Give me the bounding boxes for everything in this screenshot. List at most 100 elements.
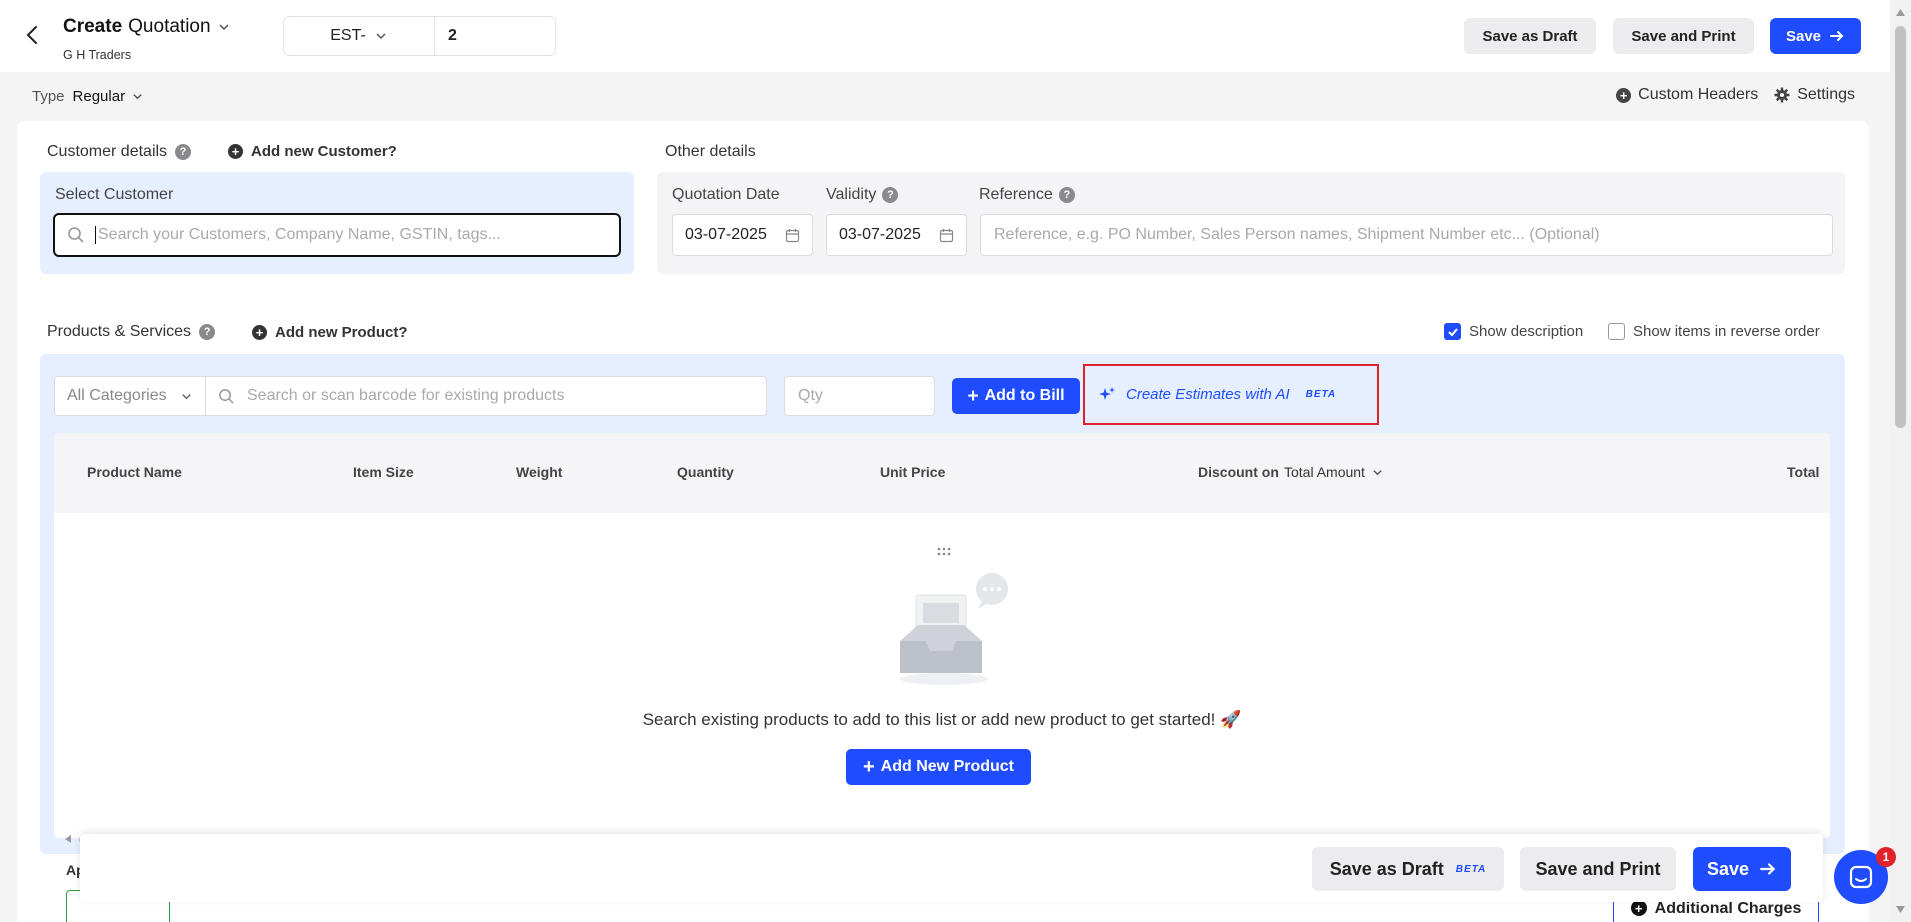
category-select[interactable]: All Categories <box>54 376 206 416</box>
page-title[interactable]: Create Quotation <box>63 16 231 38</box>
reverse-order-checkbox[interactable] <box>1608 323 1625 340</box>
qty-input[interactable]: Qty <box>784 376 935 416</box>
settings-label: Settings <box>1797 86 1855 103</box>
bottom-save-draft-label: Save as Draft <box>1329 858 1444 879</box>
create-estimates-ai-button[interactable]: Create Estimates with AI BETA <box>1083 364 1379 425</box>
column-weight: Weight <box>516 464 563 480</box>
quotation-date-label: Quotation Date <box>672 186 780 204</box>
chevron-down-icon <box>1373 469 1382 475</box>
quotation-number-input[interactable]: 2 <box>435 16 556 56</box>
select-customer-label: Select Customer <box>55 186 174 203</box>
save-draft-button[interactable]: Save as Draft <box>1464 18 1596 54</box>
validity-label-text: Validity <box>826 186 877 203</box>
search-icon <box>68 227 84 243</box>
customer-select-panel: Select Customer Search your Customers, C… <box>40 172 634 274</box>
validity-label: Validity ? <box>826 186 899 204</box>
title-action: Create <box>63 16 123 37</box>
validity-date-value: 03-07-2025 <box>839 226 921 243</box>
plus-icon: + <box>967 385 979 407</box>
show-description-label: Show description <box>1469 323 1584 340</box>
plus-circle-icon: + <box>1616 87 1632 103</box>
add-new-customer-label: Add new Customer? <box>251 143 397 160</box>
add-new-product-link[interactable]: + Add new Product? <box>252 324 408 341</box>
reference-label: Reference ? <box>979 186 1075 204</box>
add-new-product-label: Add new Product? <box>275 324 408 341</box>
additional-charges-label: Additional Charges <box>1654 900 1802 917</box>
other-details-panel: Quotation Date 03-07-2025 Validity ? 03-… <box>657 172 1845 274</box>
scroll-left-arrow-icon[interactable] <box>63 834 73 844</box>
bottom-save-button[interactable]: Save <box>1693 847 1791 891</box>
scroll-up-arrow-icon[interactable] <box>1895 8 1906 17</box>
chevron-down-icon <box>217 20 231 34</box>
chevron-down-icon <box>182 393 191 399</box>
customer-details-title: Customer details <box>47 143 168 160</box>
other-details-title: Other details <box>665 143 756 160</box>
show-description-toggle[interactable]: Show description <box>1444 323 1583 340</box>
products-services-title: Products & Services <box>47 323 192 340</box>
arrow-right-icon <box>1829 28 1845 44</box>
column-total: Total <box>1787 464 1820 480</box>
drag-handle-icon[interactable] <box>936 547 952 557</box>
quotation-date-value: 03-07-2025 <box>685 226 767 243</box>
bottom-save-print-button[interactable]: Save and Print <box>1520 847 1676 891</box>
empty-inbox-illustration <box>900 573 1008 685</box>
chat-notification-badge: 1 <box>1876 847 1896 867</box>
type-value: Regular <box>72 88 126 105</box>
calendar-icon <box>939 228 954 242</box>
chevron-down-icon <box>133 94 142 100</box>
products-services-heading: Products & Services ? <box>47 323 216 341</box>
help-icon[interactable]: ? <box>175 144 192 160</box>
column-quantity: Quantity <box>677 464 734 480</box>
vertical-scrollbar[interactable] <box>1890 0 1911 922</box>
check-icon <box>1447 327 1458 336</box>
settings-link[interactable]: Settings <box>1774 86 1855 104</box>
help-icon[interactable]: ? <box>1058 187 1075 203</box>
save-button[interactable]: Save <box>1770 18 1861 54</box>
help-icon[interactable]: ? <box>199 324 216 340</box>
add-to-bill-label: Add to Bill <box>984 387 1065 404</box>
title-document-type: Quotation <box>128 16 211 37</box>
gear-icon <box>1774 87 1790 103</box>
type-dropdown[interactable]: Regular <box>73 88 145 105</box>
empty-state-message: Search existing products to add to this … <box>642 710 1242 729</box>
reverse-order-label: Show items in reverse order <box>1633 323 1820 340</box>
bottom-save-label: Save <box>1706 858 1750 879</box>
column-unit-price: Unit Price <box>880 464 946 480</box>
reference-label-text: Reference <box>979 186 1053 203</box>
quotation-date-input[interactable]: 03-07-2025 <box>672 214 813 256</box>
back-arrow-icon[interactable] <box>22 24 44 46</box>
column-discount-on: Discount on <box>1198 464 1279 480</box>
plus-circle-icon: + <box>228 144 243 159</box>
save-print-button[interactable]: Save and Print <box>1613 18 1754 54</box>
customer-search-placeholder: Search your Customers, Company Name, GST… <box>95 226 501 244</box>
prefix-value: EST- <box>330 27 366 44</box>
chevron-down-icon <box>374 29 388 43</box>
bottom-save-draft-button[interactable]: Save as Draft BETA <box>1312 847 1504 891</box>
show-description-checkbox[interactable] <box>1444 323 1461 340</box>
table-header: Product Name Item Size Weight Quantity U… <box>54 433 1830 513</box>
search-icon <box>219 388 234 404</box>
reference-textarea[interactable]: Reference, e.g. PO Number, Sales Person … <box>980 214 1833 256</box>
add-new-product-button[interactable]: + Add New Product <box>846 749 1031 785</box>
company-name: G H Traders <box>63 48 132 62</box>
type-selector: Type Regular <box>32 88 144 105</box>
help-icon[interactable]: ? <box>882 187 899 203</box>
customer-details-heading: Customer details ? <box>47 143 192 161</box>
number-prefix-select[interactable]: EST- <box>283 16 435 56</box>
add-new-customer-link[interactable]: + Add new Customer? <box>228 143 397 160</box>
product-search-input[interactable]: Search or scan barcode for existing prod… <box>206 376 767 416</box>
reference-placeholder: Reference, e.g. PO Number, Sales Person … <box>994 226 1600 243</box>
add-to-bill-button[interactable]: + Add to Bill <box>952 378 1080 414</box>
scroll-down-arrow-icon[interactable] <box>1895 905 1906 914</box>
reverse-order-toggle[interactable]: Show items in reverse order <box>1608 323 1820 340</box>
plus-icon: + <box>862 756 875 778</box>
ai-button-label: Create Estimates with AI <box>1126 386 1290 403</box>
category-placeholder: All Categories <box>67 387 167 404</box>
custom-headers-link[interactable]: + Custom Headers <box>1616 86 1758 104</box>
quotation-date-label-text: Quotation Date <box>672 186 780 203</box>
vertical-scroll-thumb[interactable] <box>1895 26 1906 428</box>
discount-basis-dropdown[interactable]: Total Amount <box>1284 464 1384 480</box>
validity-date-input[interactable]: 03-07-2025 <box>826 214 967 256</box>
customer-search-input[interactable]: Search your Customers, Company Name, GST… <box>53 213 621 257</box>
beta-badge: BETA <box>1305 389 1337 400</box>
